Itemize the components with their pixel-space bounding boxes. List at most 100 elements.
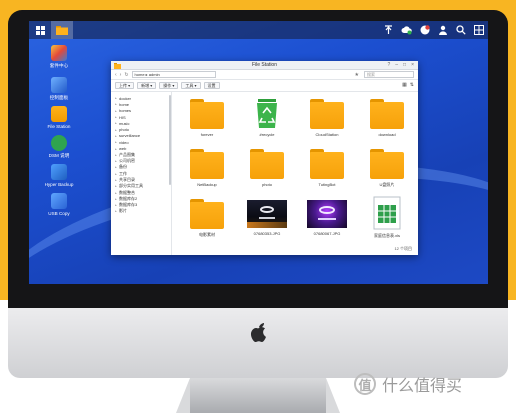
folder-icon (190, 149, 224, 179)
file-item[interactable]: forever (180, 96, 234, 146)
cloud-icon[interactable] (401, 25, 412, 35)
folder-icon (190, 99, 224, 129)
tree-item-label: 部分实用工具 (119, 183, 143, 189)
tools-button[interactable]: 工具 ▾ (181, 82, 201, 89)
tree-item-label: 数据整合 (119, 189, 135, 195)
control-panel-icon (51, 77, 67, 93)
search-input[interactable]: 搜索 (364, 71, 414, 78)
item-count: 12 个项目 (394, 246, 412, 251)
file-station-window: File Station ? – □ × ‹ › ↻ home ▸ admin … (111, 61, 418, 255)
file-item-label: CloudStation (315, 132, 339, 137)
tree-item-label: 影片 (119, 208, 127, 214)
folder-icon (310, 99, 344, 129)
file-item[interactable]: #recycle (240, 96, 294, 146)
tree-item-label: 数据库存2 (119, 195, 138, 201)
image-thumbnail (247, 200, 287, 228)
file-item-label: 电影素材 (199, 232, 215, 237)
file-item[interactable]: photo (240, 146, 294, 196)
file-item[interactable]: CloudStation (300, 96, 354, 146)
desktop-icon-label: 套件中心 (49, 63, 69, 68)
usb-copy-icon (51, 193, 67, 209)
desktop-icon-hyper-backup[interactable]: Hyper Backup (37, 164, 81, 187)
toolbar: 上传 ▾ 新增 ▾ 操作 ▾ 工具 ▾ 设置 ▦ ⇅ (111, 80, 418, 92)
file-item-label: photo (261, 182, 272, 187)
grid-icon (35, 25, 45, 35)
desktop-icon-package-center[interactable]: 套件中心 (37, 45, 81, 69)
file-item[interactable]: 家庭信息表.xls (360, 196, 414, 246)
folder-icon (310, 149, 344, 179)
create-button[interactable]: 新增 ▾ (137, 82, 157, 89)
file-item[interactable]: download (360, 96, 414, 146)
tree-item-label: video (119, 139, 129, 145)
bookmark-icon[interactable]: ★ (355, 72, 359, 78)
maximize-icon[interactable]: □ (403, 61, 406, 70)
upload-button[interactable]: 上传 ▾ (115, 82, 135, 89)
hyper-backup-icon (51, 164, 67, 180)
refresh-icon[interactable]: ↻ (124, 72, 128, 78)
file-item-label: TutingBot (318, 182, 336, 187)
widgets-icon[interactable] (474, 25, 484, 35)
tree-item-label: homes (119, 108, 132, 114)
file-item-label: 07680353.JPG (253, 231, 281, 236)
forward-icon[interactable]: › (120, 72, 122, 78)
tree-item-label: home (119, 101, 130, 107)
desktop-icon-file-station[interactable]: File Station (37, 106, 81, 129)
folder-icon (56, 25, 68, 35)
upload-icon[interactable] (384, 25, 393, 35)
spreadsheet-icon (373, 196, 401, 230)
file-item[interactable]: 电影素材 (180, 196, 234, 246)
desktop-icon-usb-copy[interactable]: USB Copy (37, 193, 81, 216)
settings-button[interactable]: 设置 (203, 82, 220, 89)
address-bar: ‹ › ↻ home ▸ admin ★ 搜索 (111, 70, 418, 80)
tree-item-label: surveillance (119, 133, 141, 139)
view-mode-icon[interactable]: ▦ (402, 82, 407, 89)
file-item-label: download (378, 132, 396, 137)
desktop-screen: 套件中心 控制面板 File Station DSM 说明 Hyper Back… (29, 21, 488, 284)
action-button[interactable]: 操作 ▾ (159, 82, 179, 89)
tree-scrollbar[interactable] (169, 95, 171, 185)
search-icon[interactable] (456, 25, 466, 35)
monitor-stand (176, 378, 340, 413)
file-item-label: 07680067.JPG (313, 231, 341, 236)
file-item-label: U盘照片 (379, 182, 395, 187)
desktop-icon-label: File Station (47, 124, 71, 129)
watermark: 值 什么值得买 (354, 372, 462, 396)
file-item-label: NetBackup (197, 182, 217, 187)
tree-item-label: photo (119, 127, 130, 133)
back-icon[interactable]: ‹ (115, 72, 117, 78)
sort-icon[interactable]: ⇅ (410, 82, 414, 89)
user-icon[interactable] (438, 25, 448, 35)
folder-tree: ▸ docker ▸ home ▸ homes ▸ HIS ▸ music ▸ photo ▸ surve… (111, 92, 172, 255)
tree-item[interactable]: ▸ 影片 (111, 208, 171, 214)
main-menu-button[interactable] (29, 21, 51, 39)
window-title: File Station (251, 62, 277, 68)
watermark-text: 什么值得买 (382, 378, 463, 395)
apple-logo-icon (250, 323, 266, 342)
desktop-icon-dsm-help[interactable]: DSM 说明 (37, 135, 81, 159)
chat-icon[interactable] (420, 25, 430, 35)
tree-item-label: music (119, 120, 130, 126)
file-item-label: #recycle (259, 132, 275, 137)
tree-item-label: docker (119, 95, 132, 101)
taskbar-file-station-button[interactable] (51, 21, 73, 39)
help-icon (51, 135, 67, 151)
file-item[interactable]: U盘照片 (360, 146, 414, 196)
watermark-logo: 值 (354, 373, 376, 395)
window-titlebar[interactable]: File Station ? – □ × (111, 61, 418, 70)
desktop-icon-label: 控制面板 (49, 95, 69, 100)
path-field[interactable]: home ▸ admin (131, 71, 216, 78)
file-item[interactable]: 07680067.JPG (300, 196, 354, 246)
folder-icon (190, 199, 224, 229)
file-item[interactable]: TutingBot (300, 146, 354, 196)
help-icon[interactable]: ? (387, 61, 390, 70)
image-thumbnail (307, 200, 347, 228)
desktop-icon-label: DSM 说明 (48, 153, 70, 158)
file-item[interactable]: 07680353.JPG (240, 196, 294, 246)
file-item-label: 家庭信息表.xls (374, 233, 400, 238)
close-icon[interactable]: × (411, 61, 414, 70)
desktop-icon-control-panel[interactable]: 控制面板 (37, 77, 81, 101)
file-item[interactable]: NetBackup (180, 146, 234, 196)
tree-item-label: web (119, 146, 127, 152)
taskbar-tray (384, 21, 484, 39)
minimize-icon[interactable]: – (395, 61, 398, 70)
